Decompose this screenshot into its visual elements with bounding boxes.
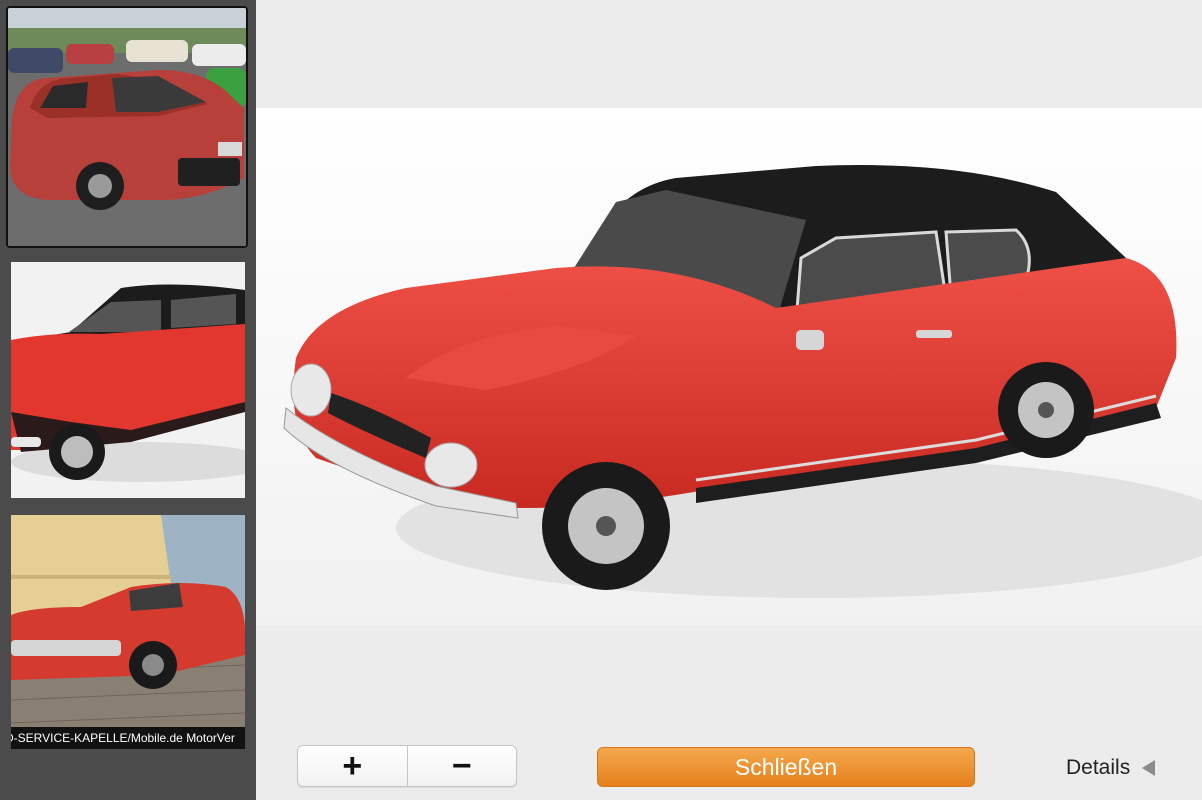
red-coupe-main-image — [256, 108, 1202, 625]
thumbnail-2[interactable] — [11, 262, 245, 498]
thumbnail-3[interactable]: D-SERVICE-KAPELLE/Mobile.de MotorVer — [11, 515, 245, 749]
details-label: Details — [1066, 756, 1131, 779]
details-toggle[interactable]: Details — [1066, 752, 1156, 784]
thumbnail-3-image — [11, 515, 245, 749]
close-button[interactable]: Schließen — [597, 747, 975, 787]
thumbnail-2-image — [11, 262, 245, 498]
thumbnail-1[interactable] — [6, 6, 248, 248]
zoom-in-button[interactable]: + — [298, 746, 407, 786]
zoom-controls: + − — [297, 745, 517, 787]
thumbnail-sidebar: D-SERVICE-KAPELLE/Mobile.de MotorVer — [0, 0, 256, 800]
thumbnail-1-image — [8, 8, 246, 246]
main-image-viewer — [256, 108, 1202, 625]
thumbnail-watermark: D-SERVICE-KAPELLE/Mobile.de MotorVer — [11, 727, 245, 749]
disclosure-triangle-icon — [1142, 760, 1156, 776]
zoom-out-button[interactable]: − — [406, 746, 517, 786]
